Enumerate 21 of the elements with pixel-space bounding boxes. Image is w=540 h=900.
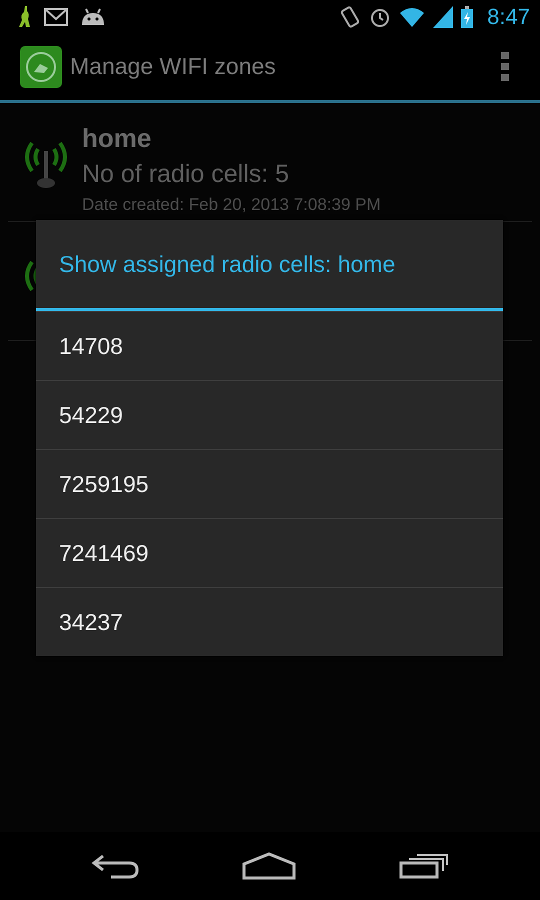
- zone-cell-count: No of radio cells: 5: [82, 160, 290, 189]
- recent-apps-icon[interactable]: [398, 853, 449, 879]
- signal-icon: [433, 6, 454, 28]
- radio-cell-item[interactable]: 7241469: [36, 518, 503, 587]
- app-title: Manage WIFI zones: [70, 53, 277, 80]
- status-time: 8:47: [487, 4, 530, 30]
- radio-cell-item[interactable]: 34237: [36, 587, 503, 656]
- wifi-icon: [399, 6, 426, 28]
- battery-icon: [461, 6, 474, 28]
- overflow-menu-icon[interactable]: [500, 50, 510, 82]
- radio-cell-item[interactable]: 54229: [36, 380, 503, 449]
- home-icon[interactable]: [242, 852, 296, 880]
- app-logo-icon[interactable]: [20, 46, 62, 88]
- mail-icon: [44, 8, 68, 26]
- radio-cell-item[interactable]: 14708: [36, 311, 503, 380]
- dialog-title: Show assigned radio cells: home: [36, 220, 503, 311]
- android-icon: [80, 6, 106, 26]
- radio-cell-item[interactable]: 7259195: [36, 449, 503, 518]
- zone-date: Date created: Feb 20, 2013 7:08:39 PM: [82, 195, 381, 215]
- zone-name: home: [82, 123, 152, 154]
- back-icon[interactable]: [91, 853, 140, 879]
